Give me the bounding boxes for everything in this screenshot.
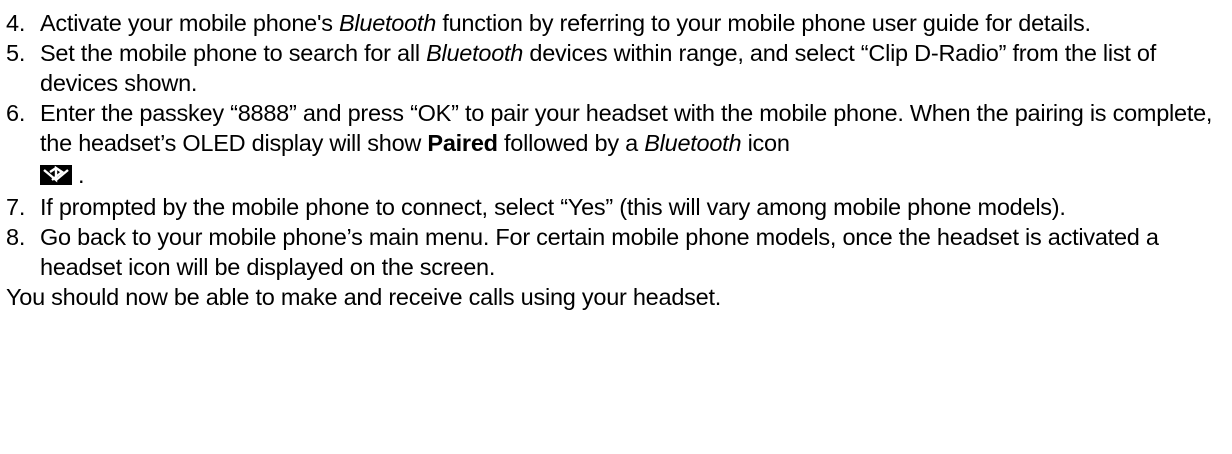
step-6: 6. Enter the passkey “8888” and press “O… (6, 98, 1220, 192)
bluetooth-term: Bluetooth (338, 10, 437, 36)
step-5: 5. Set the mobile phone to search for al… (6, 38, 1220, 98)
step-number: 7. (6, 194, 26, 220)
manual-page: 4. Activate your mobile phone's Bluetoot… (0, 0, 1232, 454)
step-number: 5. (6, 40, 26, 66)
bluetooth-term: Bluetooth (426, 40, 524, 66)
step-text: function by referring to your mobile pho… (436, 10, 1091, 36)
step-text: followed by a (497, 130, 645, 156)
step-number: 4. (6, 10, 26, 36)
step-text: icon (741, 130, 790, 156)
step-7: 7. If prompted by the mobile phone to co… (6, 192, 1220, 222)
step-text: Activate your mobile phone's (40, 10, 339, 36)
step-8: 8. Go back to your mobile phone’s main m… (6, 222, 1220, 282)
paired-status-text: Paired (427, 130, 498, 156)
bluetooth-term: Bluetooth (644, 130, 742, 156)
step-4: 4. Activate your mobile phone's Bluetoot… (6, 8, 1220, 38)
instruction-steps: 4. Activate your mobile phone's Bluetoot… (6, 8, 1220, 282)
icon-line: . (40, 158, 1220, 192)
step-text: If prompted by the mobile phone to conne… (40, 194, 1066, 220)
closing-paragraph: You should now be able to make and recei… (6, 284, 722, 310)
step-number: 6. (6, 100, 26, 126)
step-text: Go back to your mobile phone’s main menu… (40, 224, 1159, 280)
step-text: . (78, 162, 85, 188)
step-text: Set the mobile phone to search for all (40, 40, 427, 66)
bluetooth-oled-icon (40, 164, 72, 185)
step-number: 8. (6, 224, 26, 250)
